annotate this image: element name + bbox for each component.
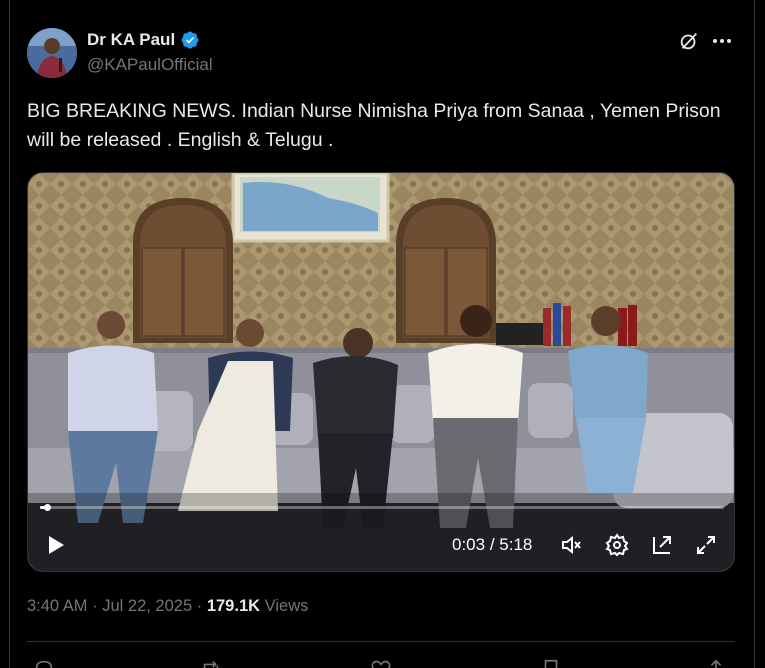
views-count: 179.1K bbox=[206, 597, 261, 615]
meta-dot: · bbox=[92, 597, 98, 615]
reply-button[interactable] bbox=[33, 658, 55, 668]
heart-icon bbox=[371, 660, 391, 668]
play-icon[interactable] bbox=[44, 533, 68, 557]
repost-icon bbox=[203, 661, 219, 668]
video-time-display: 0:03 / 5:18 bbox=[452, 535, 532, 555]
bookmark-button[interactable] bbox=[540, 658, 562, 668]
pop-out-icon[interactable] bbox=[650, 533, 674, 557]
time-separator: / bbox=[489, 535, 495, 554]
settings-icon[interactable] bbox=[605, 533, 629, 557]
more-options-icon[interactable] bbox=[710, 30, 734, 52]
author-display-name[interactable]: Dr KA Paul bbox=[87, 30, 175, 50]
tweet-meta: 3:40 AM · Jul 22, 2025 · 179.1K Views bbox=[27, 597, 308, 616]
views-label: Views bbox=[264, 597, 309, 615]
video-frame bbox=[28, 173, 734, 571]
verified-badge-icon bbox=[180, 30, 200, 50]
tweet-time[interactable]: 3:40 AM bbox=[27, 597, 88, 615]
tweet-date[interactable]: Jul 22, 2025 bbox=[102, 597, 192, 615]
meta-dot-2: · bbox=[196, 597, 203, 615]
share-button[interactable] bbox=[705, 658, 727, 668]
mute-icon[interactable] bbox=[559, 533, 583, 557]
grok-icon[interactable] bbox=[678, 30, 700, 52]
column-border-right bbox=[754, 0, 755, 668]
share-icon bbox=[710, 659, 722, 668]
bookmark-icon bbox=[544, 659, 558, 668]
repost-button[interactable] bbox=[200, 658, 222, 668]
current-time: 0:03 bbox=[452, 535, 486, 554]
video-progress-bar[interactable] bbox=[40, 504, 724, 511]
author-name-row: Dr KA Paul bbox=[87, 30, 200, 50]
reply-icon bbox=[35, 660, 53, 668]
fullscreen-icon[interactable] bbox=[694, 533, 718, 557]
tweet-card[interactable]: Dr KA Paul @KAPaulOfficial BIG BREAKING … bbox=[10, 0, 754, 668]
video-player[interactable]: 0:03 / 5:18 bbox=[27, 172, 735, 572]
divider bbox=[27, 641, 735, 642]
like-button[interactable] bbox=[370, 658, 392, 668]
tweet-text: BIG BREAKING NEWS. Indian Nurse Nimisha … bbox=[27, 100, 721, 151]
duration: 5:18 bbox=[499, 535, 533, 554]
video-progress-thumb[interactable] bbox=[43, 504, 51, 511]
author-handle[interactable]: @KAPaulOfficial bbox=[87, 55, 213, 75]
avatar[interactable] bbox=[27, 28, 77, 78]
